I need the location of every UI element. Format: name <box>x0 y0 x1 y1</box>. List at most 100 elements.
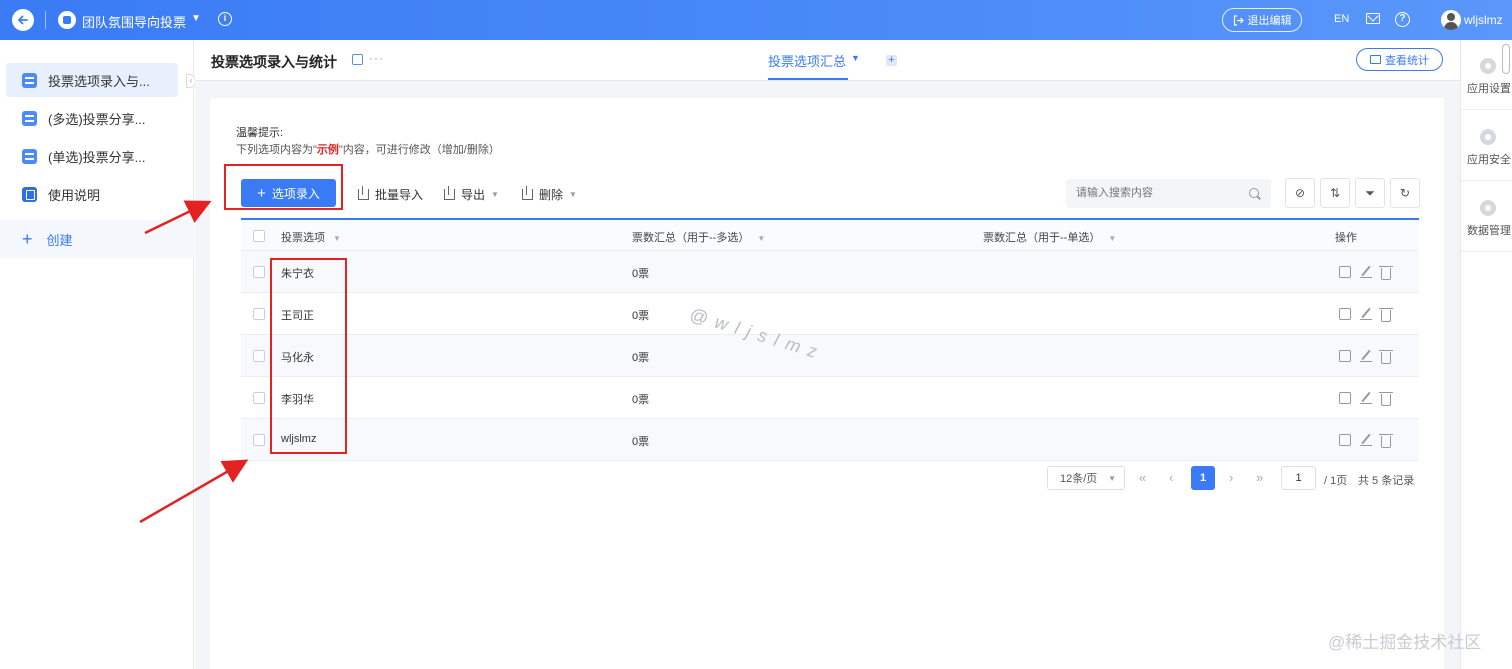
avatar[interactable] <box>1441 10 1461 30</box>
row-checkbox[interactable] <box>253 434 265 446</box>
list-icon <box>22 110 37 126</box>
row-checkbox[interactable] <box>253 350 265 362</box>
view-detail-icon[interactable] <box>1339 434 1351 446</box>
pencil-icon[interactable] <box>1360 434 1372 447</box>
table-row[interactable]: 王司正 0票 <box>241 293 1419 335</box>
tip-prefix: 下列选项内容为" <box>236 144 317 156</box>
first-page-button[interactable]: « <box>1139 470 1146 485</box>
chevron-down-icon[interactable]: ▼ <box>851 53 860 63</box>
trash-icon[interactable] <box>1379 266 1393 280</box>
sidebar-item-single-share[interactable]: (单选)投票分享... <box>6 139 178 173</box>
total-records: 共 5 条记录 <box>1358 475 1415 487</box>
next-page-button[interactable]: › <box>1229 470 1233 485</box>
sidebar-item-label: 使用说明 <box>48 187 101 203</box>
sidebar-item-label: 投票选项录入与... <box>48 73 150 89</box>
table-row[interactable]: wljslmz 0票 <box>241 419 1419 461</box>
header-name-label: 投票选项 <box>281 232 325 244</box>
view-detail-icon[interactable] <box>1339 392 1351 404</box>
export-button[interactable]: 导出 ▼ <box>444 186 499 203</box>
select-all-checkbox[interactable] <box>253 230 265 242</box>
sidebar-item-instructions[interactable]: 使用说明 <box>6 177 178 211</box>
sidebar-item-label: (单选)投票分享... <box>48 149 146 165</box>
search-input[interactable] <box>1066 179 1271 208</box>
page-size-select[interactable]: 12条/页 ▼ <box>1047 466 1125 490</box>
username[interactable]: wljslmz <box>1464 13 1503 27</box>
help-icon[interactable]: ? <box>1395 12 1410 27</box>
create-label: 创建 <box>46 232 73 248</box>
refresh-icon: ↻ <box>1399 186 1411 200</box>
shield-icon <box>1480 129 1496 145</box>
row-checkbox[interactable] <box>253 392 265 404</box>
more-icon[interactable]: ··· <box>369 51 384 65</box>
chevron-down-icon: ▼ <box>491 190 499 199</box>
view-detail-icon[interactable] <box>1339 266 1351 278</box>
current-page[interactable]: 1 <box>1191 466 1215 490</box>
tab-vote-summary[interactable]: 投票选项汇总 <box>768 51 846 70</box>
tip-title: 温馨提示: <box>236 127 284 139</box>
trash-icon[interactable] <box>1379 434 1393 448</box>
sidebar: 投票选项录入与... (多选)投票分享... (单选)投票分享... 使用说明 … <box>0 40 196 669</box>
header-single-label: 票数汇总（用于--单选） <box>983 232 1101 244</box>
rail-label: 数据管理 <box>1467 225 1511 237</box>
trash-icon[interactable] <box>1379 392 1393 406</box>
page-jump-input[interactable]: 1 <box>1281 466 1316 490</box>
table-row[interactable]: 马化永 0票 <box>241 335 1419 377</box>
sidebar-item-vote-entry[interactable]: 投票选项录入与... <box>6 63 178 97</box>
trash-icon[interactable] <box>1379 308 1393 322</box>
app-name[interactable]: 团队氛围导向投票 <box>82 12 186 31</box>
right-rail: 应用设置 应用安全 数据管理 <box>1460 40 1512 669</box>
table-row[interactable]: 朱宁衣 0票 <box>241 251 1419 293</box>
list-icon <box>22 148 37 164</box>
view-detail-icon[interactable] <box>1339 308 1351 320</box>
pencil-icon[interactable] <box>1360 350 1372 363</box>
scrollbar[interactable] <box>1502 44 1510 74</box>
header-name[interactable]: 投票选项 ▼ <box>281 229 341 245</box>
chevron-down-icon: ▼ <box>569 190 577 199</box>
row-actions <box>1339 392 1393 406</box>
sort-button[interactable]: ⇅ <box>1320 178 1350 208</box>
chevron-down-icon[interactable]: ▼ <box>191 13 201 24</box>
annotation-box <box>224 164 343 210</box>
page-title: 投票选项录入与统计 <box>211 54 337 70</box>
view-detail-icon[interactable] <box>1339 350 1351 362</box>
rail-data-management[interactable]: 数据管理 <box>1461 182 1512 252</box>
language-toggle[interactable]: EN <box>1334 13 1349 25</box>
pencil-icon[interactable] <box>1360 266 1372 279</box>
edit-icon[interactable] <box>352 54 363 65</box>
chevron-down-icon: ▼ <box>1108 474 1116 483</box>
create-button[interactable]: + 创建 <box>0 220 194 258</box>
view-stats-button[interactable]: 查看统计 <box>1356 48 1443 71</box>
filter-button[interactable]: ⏷ <box>1355 178 1385 208</box>
add-view-button[interactable]: + <box>886 55 897 66</box>
bulk-import-button[interactable]: 批量导入 <box>358 186 423 203</box>
tip-text: 下列选项内容为"示例"内容，可进行修改（增加/删除） <box>236 141 500 157</box>
export-icon <box>444 186 455 200</box>
search-icon[interactable] <box>1249 188 1259 198</box>
refresh-button[interactable]: ↻ <box>1390 178 1420 208</box>
pencil-icon[interactable] <box>1360 308 1372 321</box>
filter-icon: ⏷ <box>1365 185 1375 200</box>
top-bar: 团队氛围导向投票 ▼ i 退出编辑 EN ? wljslmz <box>0 0 1512 40</box>
prev-page-button[interactable]: ‹ <box>1169 470 1173 485</box>
row-checkbox[interactable] <box>253 266 265 278</box>
mail-icon[interactable] <box>1366 13 1380 24</box>
delete-button[interactable]: 删除 ▼ <box>522 186 577 203</box>
header-ops: 操作 <box>1335 232 1357 244</box>
last-page-button[interactable]: » <box>1256 470 1263 485</box>
info-icon[interactable]: i <box>218 12 232 26</box>
pencil-icon[interactable] <box>1360 392 1372 405</box>
hide-fields-button[interactable]: ⊘ <box>1285 178 1315 208</box>
back-arrow-icon[interactable] <box>12 9 34 31</box>
trash-icon[interactable] <box>1379 350 1393 364</box>
chevron-down-icon: ▼ <box>757 234 766 243</box>
header-multi[interactable]: 票数汇总（用于--多选） ▼ <box>632 229 765 245</box>
view-stats-label: 查看统计 <box>1385 54 1429 67</box>
header-single[interactable]: 票数汇总（用于--单选） ▼ <box>983 229 1116 245</box>
gear-icon <box>1480 58 1496 74</box>
rail-app-security[interactable]: 应用安全 <box>1461 111 1512 181</box>
sidebar-item-multi-share[interactable]: (多选)投票分享... <box>6 101 178 135</box>
row-checkbox[interactable] <box>253 308 265 320</box>
table-row[interactable]: 李羽华 0票 <box>241 377 1419 419</box>
exit-edit-button[interactable]: 退出编辑 <box>1222 8 1302 32</box>
total-pages: / 1页 <box>1324 475 1348 487</box>
